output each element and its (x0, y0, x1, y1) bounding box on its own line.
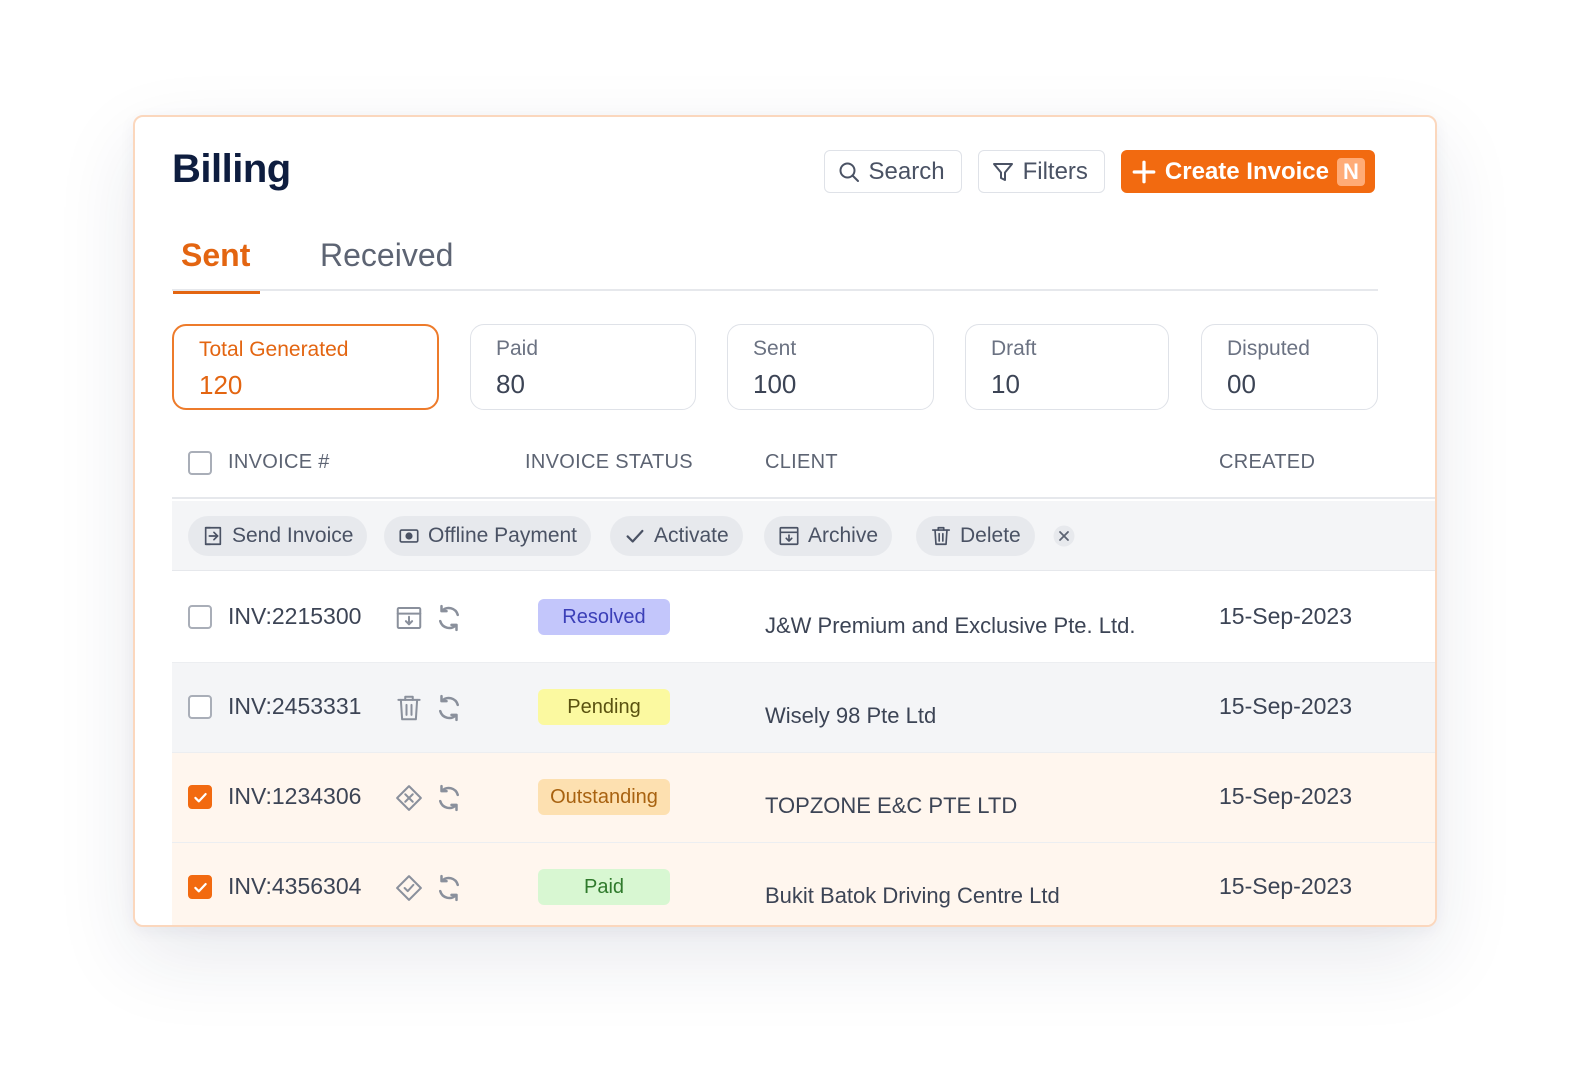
client-name: Bukit Batok Driving Centre Ltd (765, 883, 1060, 908)
header-invoice[interactable]: INVOICE # (228, 451, 330, 474)
stat-value: 00 (1227, 369, 1256, 399)
create-invoice-button[interactable]: Create Invoice N (1120, 150, 1375, 193)
checkmark-icon (194, 882, 207, 893)
row-checkbox[interactable] (188, 695, 212, 719)
toolbar: Search Filters Create Invoice N (823, 150, 1375, 193)
stat-value: 80 (496, 369, 525, 399)
row-checkbox[interactable] (188, 875, 212, 899)
client-name: J&W Premium and Exclusive Pte. Ltd. (765, 613, 1136, 638)
status-badge: Outstanding (538, 779, 670, 815)
tab-sent[interactable]: Sent (172, 237, 261, 294)
trash-icon[interactable] (394, 693, 424, 723)
stat-label: Paid (496, 337, 539, 360)
stat-label: Draft (991, 337, 1037, 360)
created-date: 15-Sep-2023 (1219, 873, 1352, 899)
row-checkbox[interactable] (188, 785, 212, 809)
client-name: Wisely 98 Pte Ltd (765, 703, 937, 728)
table-row[interactable]: INV:1234306 Outstanding TOPZONE E&C PTE … (172, 753, 1435, 843)
stats-row: Total Generated 120 Paid 80 Sent 100 Dra… (172, 324, 1378, 410)
close-icon[interactable] (1052, 524, 1076, 548)
stat-value: 10 (991, 369, 1020, 399)
checkmark-icon (194, 792, 207, 803)
stat-sent[interactable]: Sent 100 (727, 324, 934, 410)
send-invoice-button[interactable]: Send Invoice (188, 516, 368, 556)
bulk-action-bar: Send Invoice Offline Payment Activate Ar… (172, 501, 1435, 571)
stat-label: Disputed (1227, 337, 1310, 360)
stage: Billing Search Filters Create Invoice N … (0, 0, 1582, 1086)
table-header: INVOICE # INVOICE STATUS CLIENT CREATED (172, 435, 1435, 499)
tab-received[interactable]: Received (320, 237, 453, 291)
header-created[interactable]: CREATED (1219, 451, 1315, 474)
table-row[interactable]: INV:4356304 Paid Bukit Batok Driving Cen… (172, 843, 1435, 925)
billing-card: Billing Search Filters Create Invoice N … (133, 115, 1437, 927)
filters-label: Filters (1022, 157, 1088, 185)
created-date: 15-Sep-2023 (1219, 693, 1352, 719)
stat-value: 100 (753, 369, 797, 399)
created-date: 15-Sep-2023 (1219, 783, 1352, 809)
cash-icon (399, 529, 419, 543)
stat-total-generated[interactable]: Total Generated 120 (172, 324, 439, 410)
archive-button[interactable]: Archive (764, 516, 893, 556)
create-invoice-label: Create Invoice (1164, 157, 1329, 185)
row-checkbox[interactable] (188, 605, 212, 629)
action-label: Activate (654, 524, 729, 547)
header-client[interactable]: CLIENT (765, 451, 838, 474)
refresh-icon[interactable] (434, 693, 464, 723)
status-badge: Resolved (538, 599, 670, 635)
offline-payment-button[interactable]: Offline Payment (384, 516, 592, 556)
select-all-checkbox[interactable] (188, 451, 212, 475)
status-badge: Pending (538, 689, 670, 725)
shortcut-key: N (1337, 157, 1365, 186)
action-label: Send Invoice (232, 524, 354, 547)
filter-icon (992, 162, 1013, 181)
refresh-icon[interactable] (434, 873, 464, 903)
search-label: Search (868, 157, 945, 185)
diamond-x-icon[interactable] (394, 783, 424, 813)
filters-button[interactable]: Filters (977, 150, 1105, 193)
header-status[interactable]: INVOICE STATUS (525, 451, 693, 474)
stat-value: 120 (199, 370, 243, 400)
page-title: Billing (172, 147, 291, 191)
diamond-check-icon[interactable] (394, 873, 424, 903)
send-icon (204, 526, 222, 546)
action-label: Archive (808, 524, 879, 547)
action-label: Offline Payment (428, 524, 578, 547)
archive-icon (779, 526, 799, 546)
refresh-icon[interactable] (434, 603, 464, 633)
stat-draft[interactable]: Draft 10 (965, 324, 1169, 410)
tab-bar: Sent Received (172, 235, 1378, 294)
table-row[interactable]: INV:2215300 Resolved J&W Premium and Exc… (172, 573, 1435, 663)
stat-label: Sent (753, 337, 797, 360)
invoice-number[interactable]: INV:2215300 (228, 603, 361, 630)
plus-icon (1132, 160, 1156, 183)
search-button[interactable]: Search (823, 150, 962, 193)
delete-button[interactable]: Delete (916, 516, 1035, 556)
invoice-number[interactable]: INV:2453331 (228, 693, 361, 720)
invoice-number[interactable]: INV:4356304 (228, 873, 361, 900)
stat-disputed[interactable]: Disputed 00 (1201, 324, 1378, 410)
table-row[interactable]: INV:2453331 Pending Wisely 98 Pte Ltd 15… (172, 663, 1435, 753)
invoice-number[interactable]: INV:1234306 (228, 783, 361, 810)
stat-paid[interactable]: Paid 80 (470, 324, 696, 410)
search-icon (839, 162, 859, 182)
created-date: 15-Sep-2023 (1219, 603, 1352, 629)
refresh-icon[interactable] (434, 783, 464, 813)
check-icon (626, 529, 644, 543)
trash-icon (931, 526, 951, 546)
stat-label: Total Generated (199, 338, 349, 361)
client-name: TOPZONE E&C PTE LTD (765, 793, 1018, 818)
action-label: Delete (960, 524, 1021, 547)
status-badge: Paid (538, 869, 670, 905)
activate-button[interactable]: Activate (610, 516, 743, 556)
archive-icon[interactable] (394, 603, 424, 633)
